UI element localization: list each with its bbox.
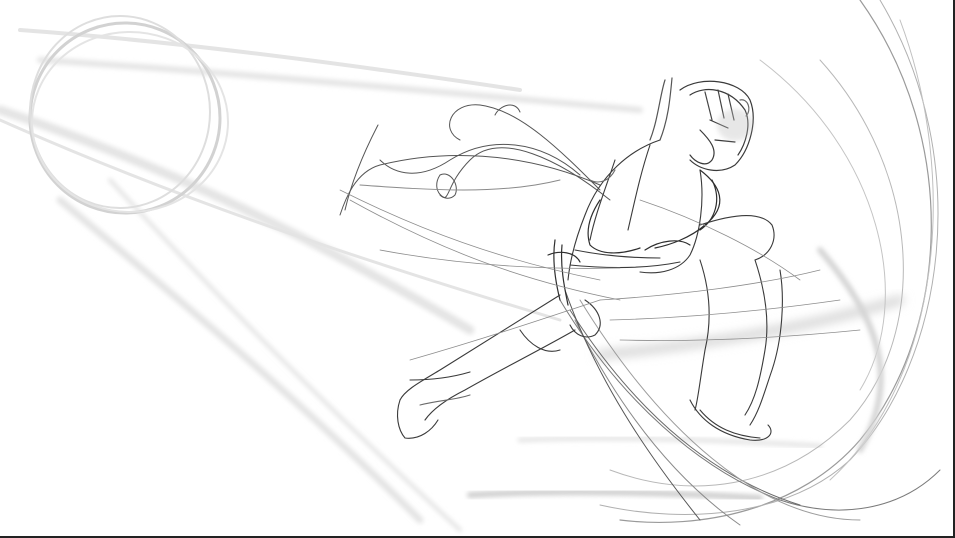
figure-legs (396, 215, 783, 441)
figure-arms (547, 169, 721, 306)
sketch-canvas (0, 0, 955, 538)
whip-lines (559, 0, 941, 526)
motion-lines (0, 28, 905, 532)
sketch-drawing (0, 0, 941, 532)
head-shading (717, 109, 753, 141)
figure-torso (567, 139, 703, 281)
whip-tail (339, 104, 611, 216)
